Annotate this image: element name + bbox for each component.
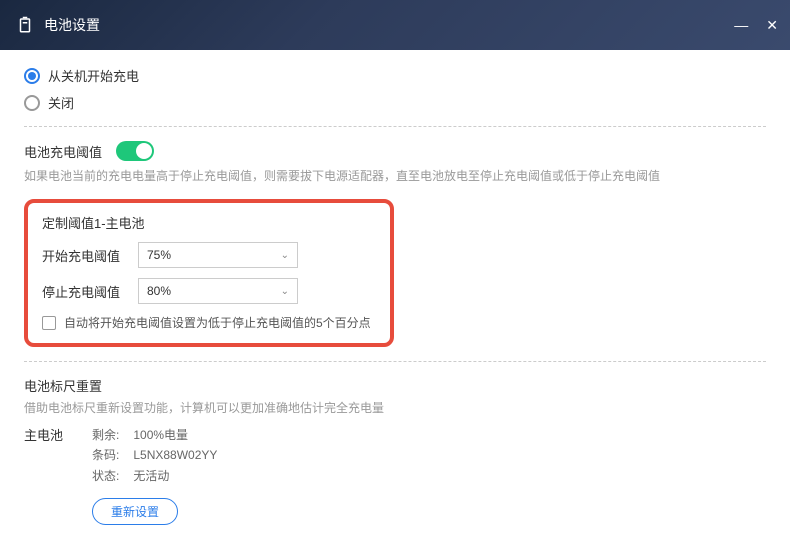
threshold-section-header: 电池充电阈值 — [24, 141, 766, 161]
barcode-row: 条码: L5NX88W02YY — [92, 445, 217, 465]
separator — [24, 126, 766, 127]
window-controls: — ✕ — [734, 17, 778, 34]
radio-off[interactable]: 关闭 — [24, 93, 766, 112]
main-battery-info: 主电池 剩余: 100%电量 条码: L5NX88W02YY 状态: 无活动 — [24, 425, 766, 486]
reset-button[interactable]: 重新设置 — [92, 498, 178, 525]
custom-threshold-panel: 定制阈值1-主电池 开始充电阈值 75% ⌄ 停止充电阈值 80% ⌄ 自动将开… — [24, 199, 394, 347]
main-battery-details: 剩余: 100%电量 条码: L5NX88W02YY 状态: 无活动 — [92, 425, 217, 486]
radio-charge-from-shutdown[interactable]: 从关机开始充电 — [24, 66, 766, 85]
remaining-key: 剩余: — [92, 425, 130, 445]
titlebar: 电池设置 — ✕ — [0, 0, 790, 50]
status-key: 状态: — [92, 466, 130, 486]
threshold-toggle[interactable] — [116, 141, 154, 161]
content-area: 从关机开始充电 关闭 电池充电阈值 如果电池当前的充电电量高于停止充电阈值，则需… — [0, 50, 790, 541]
custom-threshold-title: 定制阈值1-主电池 — [42, 213, 376, 232]
remaining-value: 100%电量 — [133, 428, 188, 442]
threshold-help-text: 如果电池当前的充电电量高于停止充电阈值，则需要拔下电源适配器，直至电池放电至停止… — [24, 167, 766, 185]
battery-icon — [16, 16, 34, 34]
auto-threshold-checkbox[interactable] — [42, 316, 56, 330]
radio-icon — [24, 95, 40, 111]
radio-icon — [24, 68, 40, 84]
stop-threshold-row: 停止充电阈值 80% ⌄ — [42, 278, 376, 304]
start-threshold-select[interactable]: 75% ⌄ — [138, 242, 298, 268]
stop-threshold-select[interactable]: 80% ⌄ — [138, 278, 298, 304]
remaining-row: 剩余: 100%电量 — [92, 425, 217, 445]
select-value: 75% — [147, 248, 171, 262]
radio-label: 关闭 — [48, 93, 74, 112]
start-threshold-label: 开始充电阈值 — [42, 246, 138, 265]
stop-threshold-label: 停止充电阈值 — [42, 282, 138, 301]
window-title: 电池设置 — [44, 15, 100, 35]
threshold-label: 电池充电阈值 — [24, 142, 102, 161]
gauge-reset-title: 电池标尺重置 — [24, 376, 766, 395]
radio-label: 从关机开始充电 — [48, 66, 139, 85]
start-threshold-row: 开始充电阈值 75% ⌄ — [42, 242, 376, 268]
close-button[interactable]: ✕ — [766, 17, 778, 34]
chevron-down-icon: ⌄ — [281, 250, 289, 261]
status-row: 状态: 无活动 — [92, 466, 217, 486]
auto-threshold-label: 自动将开始充电阈值设置为低于停止充电阈值的5个百分点 — [64, 314, 371, 331]
status-value: 无活动 — [133, 469, 169, 483]
main-battery-label: 主电池 — [24, 425, 72, 486]
select-value: 80% — [147, 284, 171, 298]
barcode-value: L5NX88W02YY — [133, 448, 217, 462]
minimize-button[interactable]: — — [734, 17, 748, 34]
auto-threshold-row: 自动将开始充电阈值设置为低于停止充电阈值的5个百分点 — [42, 314, 376, 331]
barcode-key: 条码: — [92, 445, 130, 465]
chevron-down-icon: ⌄ — [281, 286, 289, 297]
separator — [24, 361, 766, 362]
gauge-reset-help: 借助电池标尺重新设置功能，计算机可以更加准确地估计完全充电量 — [24, 399, 766, 417]
toggle-knob — [136, 143, 152, 159]
